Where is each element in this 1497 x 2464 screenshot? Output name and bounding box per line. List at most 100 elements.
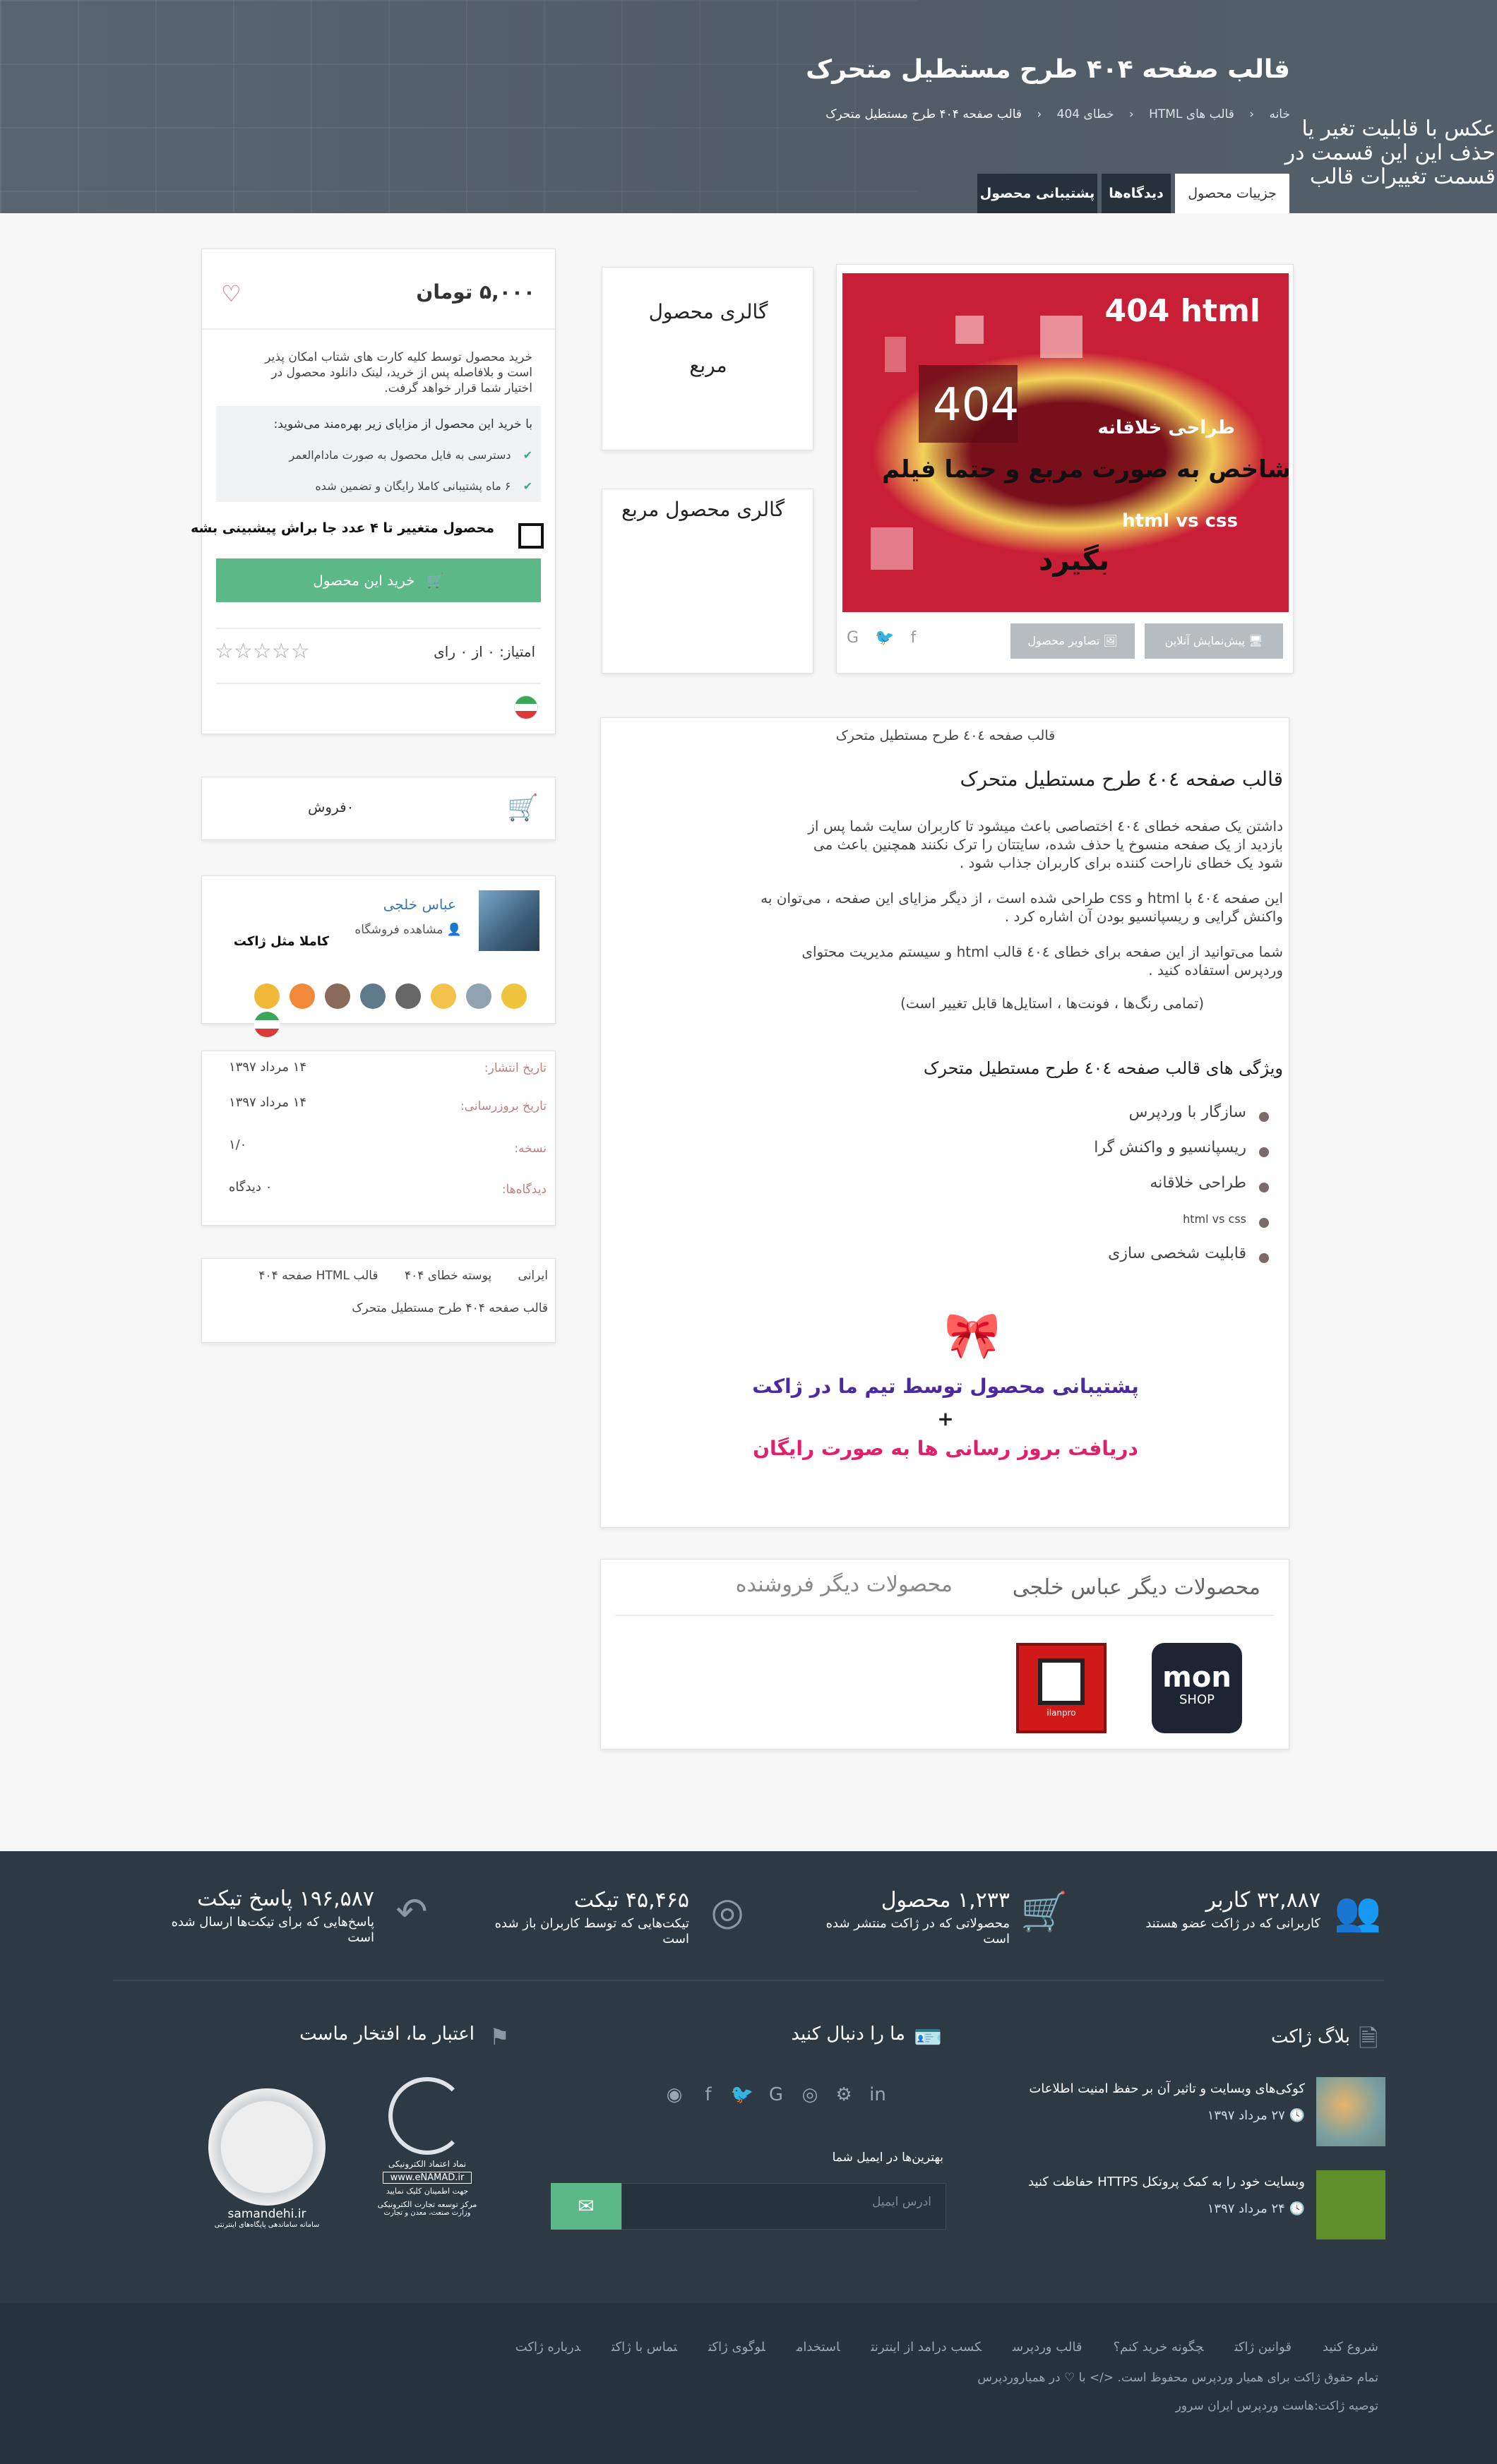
feature-item: ریسپانسیو و واکنش گرا [1094,1139,1246,1156]
image-icon: 🖼 [1103,634,1118,647]
meta-label: دیدگاه‌ها: [501,1183,547,1197]
footer-link[interactable]: استخدام [797,2340,840,2355]
gift-ribbon-icon: 🎀 [944,1310,1001,1362]
rating-stars[interactable]: ☆☆☆☆☆ [215,639,310,664]
tab-other-seller-products[interactable]: محصولات دیگر فروشنده [736,1572,953,1597]
tag[interactable]: پوسته خطای ۴۰۴ [405,1269,491,1283]
blog-thumb[interactable] [1316,2170,1385,2239]
breadcrumb: خانه ‹ قالب های HTML ‹ خطای 404 ‹ قالب ص… [825,107,1290,121]
star-icon[interactable]: ☆ [253,639,272,664]
related-product-card[interactable]: mon SHOP [1152,1643,1242,1733]
instagram-icon[interactable]: ◎ [798,2084,822,2108]
related-products: محصولات دیگر عباس خلجی محصولات دیگر فروش… [600,1559,1289,1750]
hosting-recommendation[interactable]: توصیه ژاکت:هاست وردپرس ایران سرور [1176,2399,1378,2413]
tag[interactable]: قالب صفحه ۴۰۴ طرح مستطیل متحرک [352,1301,548,1315]
page-header: قالب صفحه ۴۰۴ طرح مستطیل متحرک خانه ‹ قا… [0,0,1497,213]
seller-name[interactable]: عباس خلجی [383,896,456,913]
seller-badges [244,983,555,1040]
blog-post-title[interactable]: کوکی‌های وبسایت و تاثیر آن بر حفظ امنیت … [1029,2081,1305,2096]
email-input[interactable]: ادرس ایمیل [621,2183,946,2230]
tab-comments[interactable]: دیدگاه‌ها [1102,174,1171,213]
tab-seller-products[interactable]: محصولات دیگر عباس خلجی [1013,1575,1260,1600]
buy-box: ♡ ۵,۰۰۰ تومان خرید محصول توسط کلیه کارت … [191,249,556,734]
twitter-icon[interactable]: 🐦 [730,2084,754,2108]
star-icon[interactable]: ☆ [272,639,291,664]
product-gallery-main: 404 html 404 طراحی خلاقانه عکس شاخص به ص… [836,264,1294,674]
samandehi-seal-icon [208,2088,326,2206]
users-icon: 👥 [1334,1889,1382,1934]
paragraph: (تمامی رنگ‌ها ، فونت‌ها ، استایل‌ها قابل… [900,995,1204,1012]
variant-checkbox[interactable] [518,523,544,549]
paragraph: داشتن یک صفحه خطای ٤٠٤ اختصاصی باعث میشو… [808,818,1283,871]
sales-box: 🛒 ۰فروش [201,777,556,840]
breadcrumb-html-templates[interactable]: قالب های HTML [1149,107,1234,121]
facebook-icon[interactable]: f [910,629,916,647]
social-links: ◉ f 🐦 G ◎ ⚙ in [652,2084,890,2108]
preview-button[interactable]: 🖥 پیش‌نمایش آنلاین [1145,623,1283,659]
cart-icon: 🛒 [1020,1889,1068,1934]
footer-bottom: شروع کنید قوانین ژاکت چگونه خرید کنم؟ قالب … [0,2303,1497,2464]
star-icon[interactable]: ☆ [234,639,253,664]
breadcrumb-404[interactable]: خطای 404 [1057,107,1114,121]
tag[interactable]: ایرانی [518,1269,548,1283]
footer-link[interactable]: لوگوی ژاکت [708,2340,765,2355]
edit-icon [1038,1658,1085,1705]
blog-post-title[interactable]: وبسایت خود را به کمک پروتکل HTTPS حفاظت … [1028,2175,1305,2189]
badge-icon [254,983,280,1009]
blog-title: بلاگ ژاکت [1271,2026,1350,2047]
buy-button[interactable]: 🛒 خرید این محصول [216,558,541,602]
samandehi-logo[interactable]: samandehi.ir سامانه ساماندهی پایگاه‌های … [205,2088,329,2237]
related-product-card[interactable]: ilanpro [1016,1643,1107,1733]
tab-details[interactable]: جزییات محصول [1175,174,1289,213]
heart-icon[interactable]: ♡ [221,280,241,307]
chevron-left-icon: ‹ [1249,107,1255,121]
meta-label: نسخه: [514,1142,547,1156]
footer-link[interactable]: درباره ژاکت [515,2340,580,2355]
footer-link[interactable]: قوانین ژاکت [1234,2340,1291,2355]
view-shop-link[interactable]: مشاهده فروشگاه [354,923,443,937]
features-heading: ویژگی های قالب صفحه ٤٠٤ طرح مستطیل متحرک [923,1058,1283,1078]
twitter-icon[interactable]: 🐦 [875,629,894,647]
avatar[interactable] [479,890,539,951]
linkedin-icon[interactable]: in [866,2084,890,2108]
footer-link[interactable]: تماس با ژاکت [612,2340,677,2355]
gallery-thumb[interactable]: گالری محصول مربع [602,267,813,450]
google-icon[interactable]: G [764,2084,788,2108]
price: ۵,۰۰۰ تومان [416,280,535,304]
meta-value: ۱/۰ [229,1137,247,1152]
image-caption: قالب صفحه ٤٠٤ طرح مستطیل متحرک [835,728,1056,743]
star-icon[interactable]: ☆ [215,639,234,664]
benefits-box: با خرید این محصول از مزایای زیر بهره‌مند… [216,406,541,502]
document-icon: 🗎 [1359,2025,1378,2053]
gallery-thumb[interactable]: گالری محصول مربع [602,489,813,674]
flag-icon: ⚑ [489,2023,510,2050]
clock-icon: 🕓 [1289,2201,1305,2216]
footer-link[interactable]: قالب وردپرس [1013,2340,1082,2355]
newsletter-label: بهترین‌ها در ایمیل شما [832,2151,943,2165]
footer-link[interactable]: چگونه خرید کنم؟ [1113,2340,1203,2355]
images-button[interactable]: 🖼 تصاویر محصول [1010,623,1135,659]
check-icon: ✔ [523,479,532,493]
footer-links: شروع کنید قوانین ژاکت چگونه خرید کنم؟ قالب … [484,2340,1378,2355]
blog-thumb[interactable] [1316,2077,1385,2146]
tab-support[interactable]: پشتیبانی محصول [977,174,1097,213]
subscribe-button[interactable]: ✉ [551,2183,621,2230]
feature-item: طراحی خلاقانه [1150,1174,1246,1192]
footer-link[interactable]: کسب درامد از اینترنت [871,2340,982,2355]
copyright: تمام حقوق ژاکت برای همیار وردپرس محفوظ ا… [977,2371,1378,2385]
star-icon[interactable]: ☆ [291,639,310,664]
rss-icon[interactable]: ◉ [662,2084,686,2108]
product-image[interactable]: 404 html 404 طراحی خلاقانه عکس شاخص به ص… [842,273,1289,612]
google-icon[interactable]: G [847,629,859,647]
facebook-icon[interactable]: f [696,2084,720,2108]
meta-value: ۱۴ مرداد ۱۳۹۷ [229,1060,307,1075]
enamad-logo[interactable]: نماد اعتماد الکترونیکی www.eNAMAD.ir جهت… [374,2077,480,2247]
dribbble-icon[interactable]: ⚙ [832,2084,856,2108]
reply-all-icon: ↶ [395,1889,428,1934]
clock-icon: 🕓 [1289,2108,1305,2123]
tag[interactable]: قالب HTML صفحه ۴۰۴ [258,1269,378,1283]
footer-link[interactable]: شروع کنید [1323,2340,1378,2355]
badge-icon [290,983,315,1009]
enamad-emblem-icon [388,2077,466,2155]
follow-title: ما را دنبال کنید [791,2023,905,2045]
